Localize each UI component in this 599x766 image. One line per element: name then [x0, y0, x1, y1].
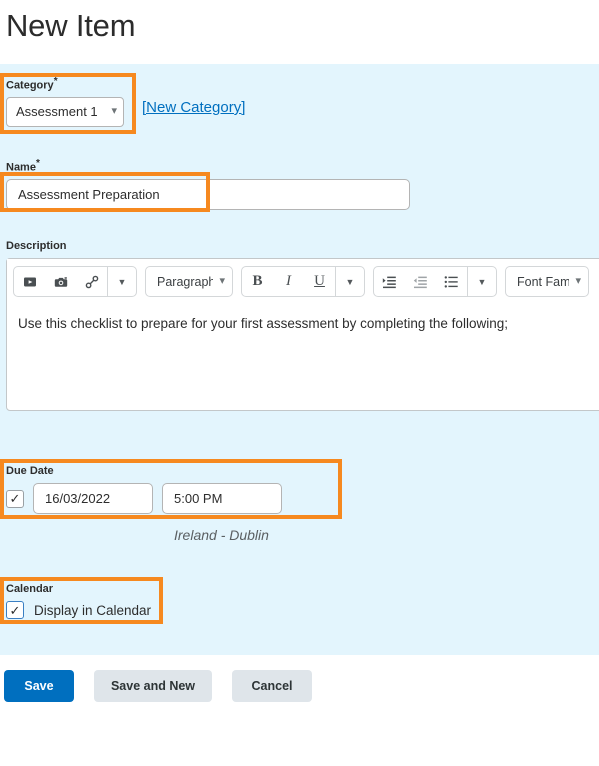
chevron-down-icon: ▾ [575, 275, 581, 287]
form-panel: Category* Assessment 1 ▾ Name* Assessmen… [0, 64, 599, 655]
font-family-value: Font Family [517, 274, 570, 289]
page-title: New Item [6, 8, 136, 43]
required-marker: * [53, 76, 58, 87]
insert-more-caret-icon[interactable]: ▼ [108, 267, 136, 296]
calendar-field-group: Calendar ✓ Display in Calendar [6, 582, 151, 619]
name-input-value: Assessment Preparation [18, 186, 160, 202]
paragraph-format-select[interactable]: Paragraph ▾ [145, 266, 233, 297]
bullet-list-icon[interactable] [436, 267, 467, 296]
chevron-down-icon: ▾ [219, 275, 225, 287]
save-button[interactable]: Save [4, 670, 74, 702]
new-category-link[interactable]: [New Category] [142, 99, 245, 116]
due-date-checkbox[interactable]: ✓ [6, 489, 24, 508]
chevron-down-icon: ▾ [111, 105, 117, 118]
link-icon[interactable] [76, 267, 107, 296]
insert-tool-group: ▼ [13, 266, 137, 297]
cancel-button[interactable]: Cancel [232, 670, 312, 702]
camera-icon[interactable] [45, 267, 76, 296]
rich-text-editor: ▼ Paragraph ▾ B I U ▼ ▼ Font Fam ▾ Use t… [6, 258, 599, 411]
timezone-note: Ireland - Dublin [174, 527, 269, 543]
indent-decrease-icon[interactable] [405, 267, 436, 296]
insert-media-icon[interactable] [14, 267, 45, 296]
editor-toolbar: ▼ Paragraph ▾ B I U ▼ ▼ Font Fam ▾ [7, 259, 599, 304]
text-style-more-caret-icon[interactable]: ▼ [336, 267, 364, 296]
due-time-value: 5:00 PM [174, 491, 223, 506]
display-in-calendar-label: Display in Calendar [34, 602, 152, 618]
required-marker: * [35, 158, 40, 169]
italic-button[interactable]: I [273, 267, 304, 296]
description-field-group: Description ▼ Paragraph ▾ B I U ▼ ▼ Font… [6, 239, 599, 411]
category-selected-value: Assessment 1 [16, 104, 98, 120]
due-date-value: 16/03/2022 [45, 491, 111, 506]
save-and-new-button[interactable]: Save and New [94, 670, 212, 702]
category-field-group: Category* Assessment 1 ▾ [6, 75, 124, 127]
due-date-input[interactable]: 16/03/2022 [33, 483, 153, 514]
name-input[interactable]: Assessment Preparation [6, 178, 410, 210]
list-indent-group: ▼ [373, 266, 497, 297]
paragraph-format-value: Paragraph [157, 274, 213, 289]
due-date-field-group: Due Date ✓ 16/03/2022 5:00 PM [6, 464, 282, 514]
due-time-input[interactable]: 5:00 PM [162, 483, 282, 514]
calendar-label: Calendar [6, 583, 54, 595]
list-more-caret-icon[interactable]: ▼ [468, 267, 496, 296]
category-select[interactable]: Assessment 1 ▾ [6, 96, 124, 127]
category-label: Category* [6, 76, 58, 92]
description-text: Use this checklist to prepare for your f… [18, 316, 508, 331]
underline-button[interactable]: U [304, 267, 335, 296]
display-in-calendar-checkbox[interactable]: ✓ [6, 601, 24, 619]
description-label: Description [6, 240, 67, 252]
description-textarea[interactable]: Use this checklist to prepare for your f… [7, 304, 599, 410]
name-field-group: Name* Assessment Preparation [6, 157, 410, 210]
text-style-group: B I U ▼ [241, 266, 365, 297]
name-label: Name* [6, 158, 40, 174]
indent-increase-icon[interactable] [374, 267, 405, 296]
font-family-select[interactable]: Font Family ▾ [505, 266, 589, 297]
due-date-label: Due Date [6, 465, 54, 477]
bold-button[interactable]: B [242, 267, 273, 296]
form-actions: Save Save and New Cancel [4, 670, 312, 702]
